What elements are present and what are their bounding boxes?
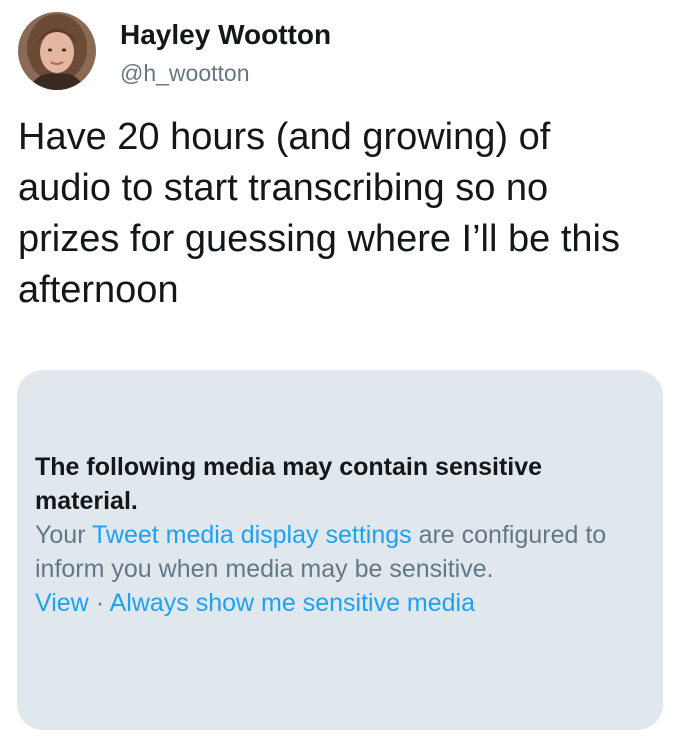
user-handle[interactable]: @h_wootton bbox=[120, 58, 331, 88]
view-media-link[interactable]: View bbox=[35, 589, 89, 617]
tweet-card: Hayley Wootton @h_wootton Have 20 hours … bbox=[0, 0, 675, 744]
avatar[interactable] bbox=[18, 12, 96, 90]
sensitive-media-notice: The following media may contain sensitiv… bbox=[17, 370, 663, 730]
display-name[interactable]: Hayley Wootton bbox=[120, 18, 331, 52]
notice-content: The following media may contain sensitiv… bbox=[35, 450, 635, 620]
user-names: Hayley Wootton @h_wootton bbox=[120, 12, 331, 88]
notice-body: Your Tweet media display settings are co… bbox=[35, 518, 635, 586]
always-show-sensitive-link[interactable]: Always show me sensitive media bbox=[110, 589, 475, 617]
notice-actions: View · Always show me sensitive media bbox=[35, 586, 635, 620]
notice-title: The following media may contain sensitiv… bbox=[35, 453, 543, 515]
notice-body-prefix: Your bbox=[35, 521, 93, 549]
media-display-settings-link[interactable]: Tweet media display settings bbox=[92, 521, 412, 549]
tweet-header: Hayley Wootton @h_wootton bbox=[18, 12, 331, 90]
tweet-text: Have 20 hours (and growing) of audio to … bbox=[18, 116, 620, 311]
action-separator: · bbox=[88, 589, 110, 617]
profile-photo-icon bbox=[18, 12, 96, 90]
